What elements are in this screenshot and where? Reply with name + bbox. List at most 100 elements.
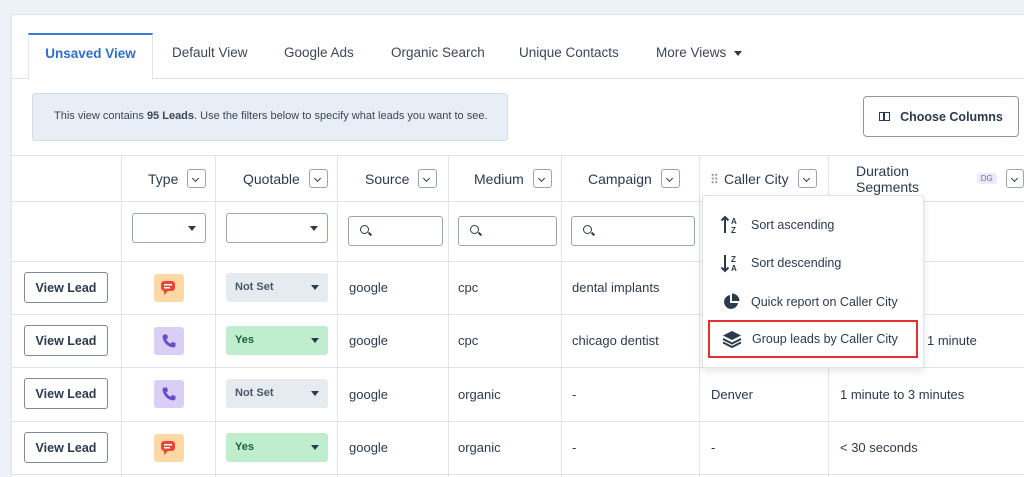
lead-count: 95 Leads — [146, 110, 195, 122]
column-options-menu: AZ Sort ascending ZA Sort descending Qui… — [702, 195, 924, 368]
menu-item-label: Sort ascending — [751, 218, 835, 232]
caller-city-cell: Denver — [711, 387, 753, 402]
choose-columns-label: Choose Columns — [900, 109, 1003, 124]
columns-icon — [879, 112, 891, 121]
duration-cell: < 30 seconds — [840, 440, 918, 455]
column-title: Type — [148, 170, 179, 187]
grid-line — [561, 155, 562, 477]
duration-cell: 1 minute — [927, 333, 977, 348]
grid-line — [337, 155, 338, 477]
duration-cell: 1 minute to 3 minutes — [840, 387, 965, 402]
svg-text:Z: Z — [731, 226, 736, 235]
campaign-filter-input[interactable] — [571, 216, 695, 246]
search-icon — [583, 225, 592, 234]
quotable-select[interactable]: Not Set — [226, 273, 328, 302]
tab-organic-search[interactable]: Organic Search — [391, 45, 485, 60]
banner-suffix: . Use the filters below to specify what … — [194, 110, 488, 122]
search-icon — [360, 225, 369, 234]
drag-handle-icon[interactable] — [711, 173, 718, 184]
grid-line — [121, 155, 122, 477]
svg-text:A: A — [731, 264, 737, 273]
view-lead-button[interactable]: View Lead — [24, 378, 108, 409]
source-cell: google — [349, 387, 389, 402]
column-header-campaign: Campaign — [588, 156, 680, 201]
dg-badge: DG — [976, 173, 997, 184]
grid-line — [215, 155, 216, 477]
column-title: Source — [365, 170, 410, 187]
tab-more-views[interactable]: More Views — [656, 45, 743, 60]
grid-line — [12, 474, 1024, 475]
campaign-cell: - — [572, 440, 577, 455]
grid-line — [448, 155, 449, 477]
view-tabs: Unsaved View Default View Google Ads Org… — [12, 15, 1024, 80]
medium-cell: organic — [458, 440, 501, 455]
info-banner: This view contains 95 Leads. Use the fil… — [32, 93, 508, 141]
sort-ascending-icon: AZ — [720, 214, 742, 236]
caret-down-icon — [734, 50, 743, 56]
menu-item-label: Group leads by Caller City — [752, 332, 898, 346]
search-icon — [470, 225, 479, 234]
view-lead-button[interactable]: View Lead — [24, 432, 108, 463]
quotable-select[interactable]: Yes — [226, 326, 328, 355]
menu-item-quick-report[interactable]: Quick report on Caller City — [703, 283, 923, 321]
column-title: Quotable — [243, 170, 300, 187]
source-cell: google — [349, 440, 389, 455]
campaign-cell: dental implants — [572, 280, 660, 295]
medium-cell: cpc — [458, 280, 479, 295]
column-title: Medium — [474, 170, 524, 187]
column-menu-button[interactable] — [660, 169, 680, 188]
menu-item-sort-ascending[interactable]: AZ Sort ascending — [703, 206, 923, 244]
svg-text:A: A — [731, 217, 737, 226]
column-header-source: Source — [365, 156, 438, 201]
tab-unique-contacts[interactable]: Unique Contacts — [519, 45, 619, 60]
tab-google-ads[interactable]: Google Ads — [284, 45, 354, 60]
sort-descending-icon: ZA — [720, 252, 742, 274]
column-header-quotable: Quotable — [243, 156, 328, 201]
svg-text:Z: Z — [731, 255, 736, 264]
column-title: Campaign — [588, 170, 652, 187]
quotable-filter-select[interactable] — [226, 213, 328, 243]
campaign-cell: - — [572, 387, 577, 402]
tab-default-view[interactable]: Default View — [172, 45, 248, 60]
column-menu-button[interactable] — [797, 169, 817, 188]
column-menu-button[interactable] — [418, 169, 438, 188]
column-menu-button[interactable] — [1005, 169, 1024, 188]
medium-cell: cpc — [458, 333, 479, 348]
pie-chart-icon — [720, 291, 742, 313]
tab-more-views-label: More Views — [656, 45, 727, 60]
phone-icon — [154, 380, 184, 408]
phone-icon — [154, 327, 184, 355]
medium-cell: organic — [458, 387, 501, 402]
source-cell: google — [349, 280, 389, 295]
grid-line — [12, 421, 1024, 422]
column-header-type: Type — [148, 156, 207, 201]
medium-filter-input[interactable] — [458, 216, 557, 246]
caller-city-cell: - — [711, 440, 716, 455]
leads-panel: Unsaved View Default View Google Ads Org… — [11, 14, 1024, 477]
grid-line — [699, 155, 700, 477]
menu-item-label: Sort descending — [751, 256, 842, 270]
tab-unsaved-view[interactable]: Unsaved View — [28, 33, 153, 80]
choose-columns-button[interactable]: Choose Columns — [863, 96, 1019, 137]
column-title: Caller City — [724, 170, 789, 187]
source-cell: google — [349, 333, 389, 348]
layers-icon — [721, 328, 743, 350]
quotable-select[interactable]: Not Set — [226, 379, 328, 408]
source-filter-input[interactable] — [348, 216, 443, 246]
chat-icon — [154, 274, 184, 302]
column-menu-button[interactable] — [187, 169, 207, 188]
view-lead-button[interactable]: View Lead — [24, 272, 108, 303]
banner-prefix: This view contains — [54, 110, 147, 122]
column-menu-button[interactable] — [532, 169, 552, 188]
type-filter-select[interactable] — [132, 213, 206, 243]
column-menu-button[interactable] — [308, 169, 328, 188]
column-title: Duration Segments — [856, 162, 920, 195]
view-lead-button[interactable]: View Lead — [24, 325, 108, 356]
menu-item-label: Quick report on Caller City — [751, 295, 898, 309]
menu-item-sort-descending[interactable]: ZA Sort descending — [703, 244, 923, 282]
menu-item-group-leads[interactable]: Group leads by Caller City — [708, 320, 918, 358]
campaign-cell: chicago dentist — [572, 333, 659, 348]
column-header-medium: Medium — [474, 156, 552, 201]
chat-icon — [154, 434, 184, 462]
quotable-select[interactable]: Yes — [226, 433, 328, 462]
